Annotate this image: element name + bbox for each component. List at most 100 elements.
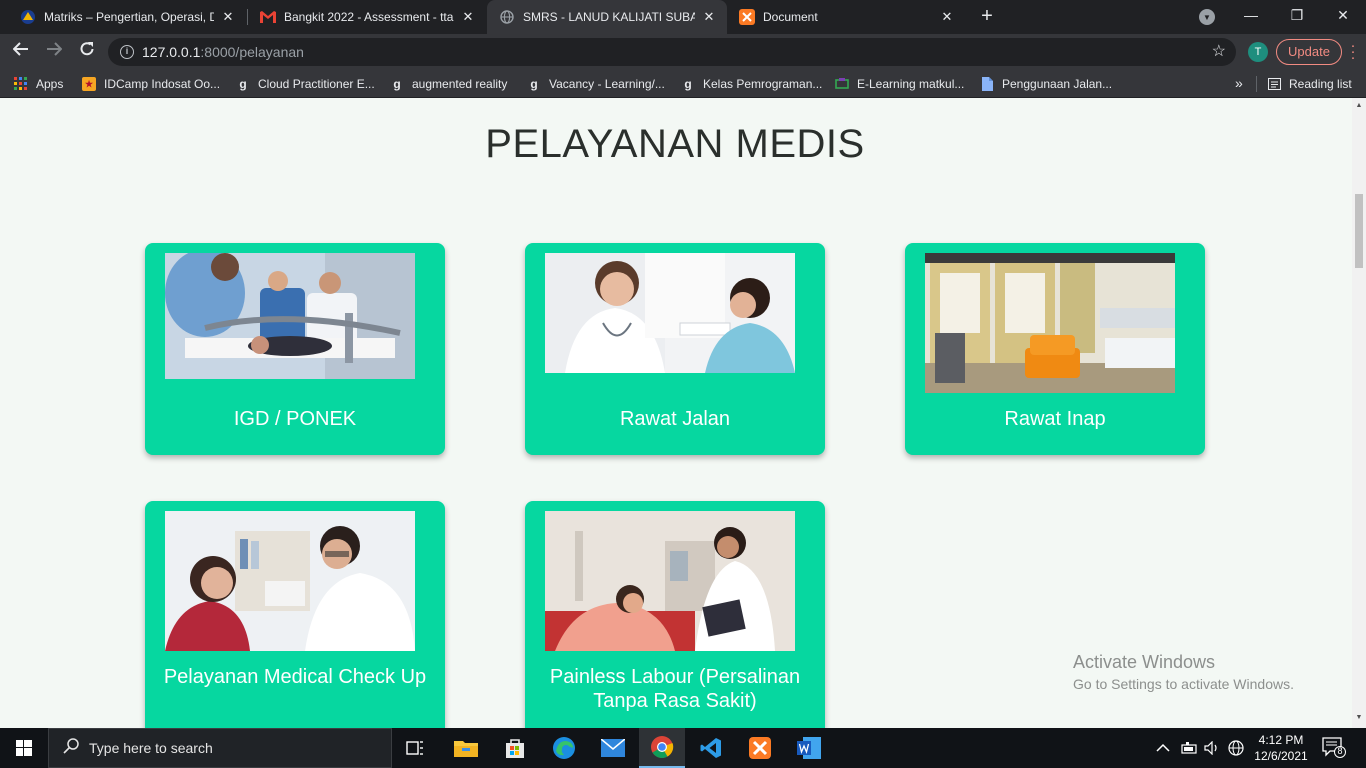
close-tab-icon[interactable]: ✕ xyxy=(701,9,717,25)
reading-list-label: Reading list xyxy=(1289,77,1352,91)
close-tab-icon[interactable]: ✕ xyxy=(460,9,476,25)
forward-icon[interactable] xyxy=(42,40,66,64)
page-scrollbar[interactable]: ▲ ▼ xyxy=(1352,98,1366,728)
show-hidden-icons[interactable] xyxy=(1156,728,1170,768)
volume-icon[interactable] xyxy=(1204,728,1220,768)
globe-icon xyxy=(499,9,515,25)
medical-checkup-photo xyxy=(165,511,415,651)
reading-list-button[interactable]: Reading list xyxy=(1267,75,1352,93)
bookmark-label: Kelas Pemrograman... xyxy=(703,77,823,91)
tab-matriks[interactable]: Matriks – Pengertian, Operasi, De ✕ xyxy=(8,0,246,34)
update-button[interactable]: Update xyxy=(1276,39,1342,65)
service-label: IGD / PONEK xyxy=(233,408,357,430)
bookmark-elearning[interactable]: E-Learning matkul... xyxy=(835,75,964,93)
close-window-icon[interactable]: ✕ xyxy=(1320,0,1366,34)
url-host: 127.0.0.1 xyxy=(142,44,201,60)
menu-kebab-icon[interactable]: · · · xyxy=(1348,38,1358,65)
bookmark-label: Apps xyxy=(36,77,64,91)
notification-count: 8 xyxy=(1337,746,1343,756)
close-tab-icon[interactable]: ✕ xyxy=(939,9,955,25)
scrollbar-thumb[interactable] xyxy=(1355,194,1363,268)
search-icon xyxy=(63,737,79,759)
network-globe-icon[interactable] xyxy=(1228,728,1244,768)
dicoding-icon: g xyxy=(684,77,692,91)
minimize-icon[interactable]: — xyxy=(1228,0,1274,34)
elearning-icon xyxy=(835,77,849,91)
scroll-down-icon[interactable]: ▼ xyxy=(1355,714,1363,721)
windows-start-icon[interactable] xyxy=(0,728,48,768)
reload-icon[interactable] xyxy=(75,40,99,64)
service-card-medical-check-up[interactable]: Pelayanan Medical Check Up xyxy=(145,501,445,728)
tab-search-icon[interactable]: ▼ xyxy=(1199,9,1215,25)
edge-browser-icon[interactable] xyxy=(541,728,587,768)
watermark-subtitle: Go to Settings to activate Windows. xyxy=(1073,676,1294,692)
bookmark-label: Penggunaan Jalan... xyxy=(1002,77,1113,91)
bookmark-star-icon[interactable]: ☆ xyxy=(1212,41,1226,61)
xampp-taskbar-icon[interactable] xyxy=(737,728,783,768)
taskbar-search-input[interactable]: Type here to search xyxy=(48,728,392,768)
dicoding-icon: g xyxy=(393,77,401,91)
bookmark-apps[interactable]: Apps xyxy=(14,75,63,93)
inpatient-room-photo xyxy=(925,253,1175,393)
bookmark-cloud-practitioner[interactable]: g Cloud Practitioner E... xyxy=(236,75,375,93)
site-info-icon[interactable]: i xyxy=(120,45,134,59)
windows-taskbar: Type here to search 4:12 PM 12/6/2021 8 xyxy=(0,728,1366,768)
tab-title: Document xyxy=(763,10,818,24)
close-tab-icon[interactable]: ✕ xyxy=(220,9,236,25)
tab-title: Bangkit 2022 - Assessment - ttar xyxy=(284,10,454,24)
activate-windows-watermark: Activate Windows Go to Settings to activ… xyxy=(1073,652,1294,692)
dicoding-icon: g xyxy=(530,77,538,91)
service-label: Painless Labour (Persalinan Tanpa Rasa S… xyxy=(549,666,801,712)
page-title: PELAYANAN MEDIS xyxy=(485,122,865,166)
bookmark-penggunaan-jalan[interactable]: Penggunaan Jalan... xyxy=(980,75,1112,93)
bookmark-idcamp[interactable]: ★ IDCamp Indosat Oo... xyxy=(82,75,220,93)
notification-center-icon[interactable]: 8 xyxy=(1322,737,1346,759)
new-tab-button[interactable]: + xyxy=(976,5,998,27)
restore-icon[interactable]: ❐ xyxy=(1274,0,1320,34)
emergency-stretcher-photo xyxy=(165,253,415,379)
search-placeholder: Type here to search xyxy=(89,740,213,756)
battery-icon[interactable] xyxy=(1180,728,1198,768)
service-card-painless-labour[interactable]: Painless Labour (Persalinan Tanpa Rasa S… xyxy=(525,501,825,728)
service-card-rawat-inap[interactable]: Rawat Inap xyxy=(905,243,1205,455)
bookmark-label: E-Learning matkul... xyxy=(857,77,965,91)
tab-smrs[interactable]: SMRS - LANUD KALIJATI SUBANG ✕ xyxy=(487,0,727,34)
clock-date: 12/6/2021 xyxy=(1254,749,1308,763)
idcamp-icon: ★ xyxy=(82,77,96,91)
word-icon[interactable] xyxy=(786,728,832,768)
tab-title: Matriks – Pengertian, Operasi, De xyxy=(44,10,214,24)
tab-bangkit[interactable]: Bangkit 2022 - Assessment - ttar ✕ xyxy=(248,0,486,34)
scroll-up-icon[interactable]: ▲ xyxy=(1355,102,1363,109)
bookmarks-bar: Apps ★ IDCamp Indosat Oo... g Cloud Prac… xyxy=(0,70,1366,98)
service-label: Rawat Jalan xyxy=(619,408,731,430)
file-explorer-icon[interactable] xyxy=(443,728,489,768)
microsoft-store-icon[interactable] xyxy=(492,728,538,768)
service-card-igd[interactable]: IGD / PONEK xyxy=(145,243,445,455)
address-bar[interactable]: i 127.0.0.1:8000/pelayanan ☆ xyxy=(108,38,1236,66)
vscode-icon[interactable] xyxy=(688,728,734,768)
document-icon xyxy=(980,77,994,91)
service-card-rawat-jalan[interactable]: Rawat Jalan xyxy=(525,243,825,455)
bookmarks-overflow-icon[interactable]: » xyxy=(1235,75,1243,91)
bookmark-vacancy[interactable]: g Vacancy - Learning/... xyxy=(527,75,665,93)
profile-avatar[interactable]: T xyxy=(1248,42,1268,62)
watermark-title: Activate Windows xyxy=(1073,652,1216,672)
bookmark-augmented-reality[interactable]: g augmented reality xyxy=(390,75,507,93)
bookmark-kelas-pemrograman[interactable]: g Kelas Pemrograman... xyxy=(681,75,822,93)
service-label: Rawat Inap xyxy=(1004,408,1106,430)
back-icon[interactable] xyxy=(9,40,33,64)
outpatient-consultation-photo xyxy=(545,253,795,373)
chrome-icon[interactable] xyxy=(639,728,685,768)
tab-strip: Matriks – Pengertian, Operasi, De ✕ Bang… xyxy=(0,0,1366,34)
service-label: Pelayanan Medical Check Up xyxy=(163,666,427,688)
task-view-icon[interactable] xyxy=(392,728,438,768)
tab-document[interactable]: Document ✕ xyxy=(727,0,965,34)
dicoding-icon: g xyxy=(239,77,247,91)
xampp-icon xyxy=(739,9,755,25)
reading-list-icon xyxy=(1267,77,1281,91)
taskbar-clock[interactable]: 4:12 PM 12/6/2021 xyxy=(1252,732,1310,764)
matriks-favicon xyxy=(20,9,36,25)
mail-icon[interactable] xyxy=(590,728,636,768)
page-viewport: PELAYANAN MEDIS IGD / PONEK Rawat Jalan … xyxy=(0,98,1352,728)
bookmark-label: Cloud Practitioner E... xyxy=(258,77,375,91)
